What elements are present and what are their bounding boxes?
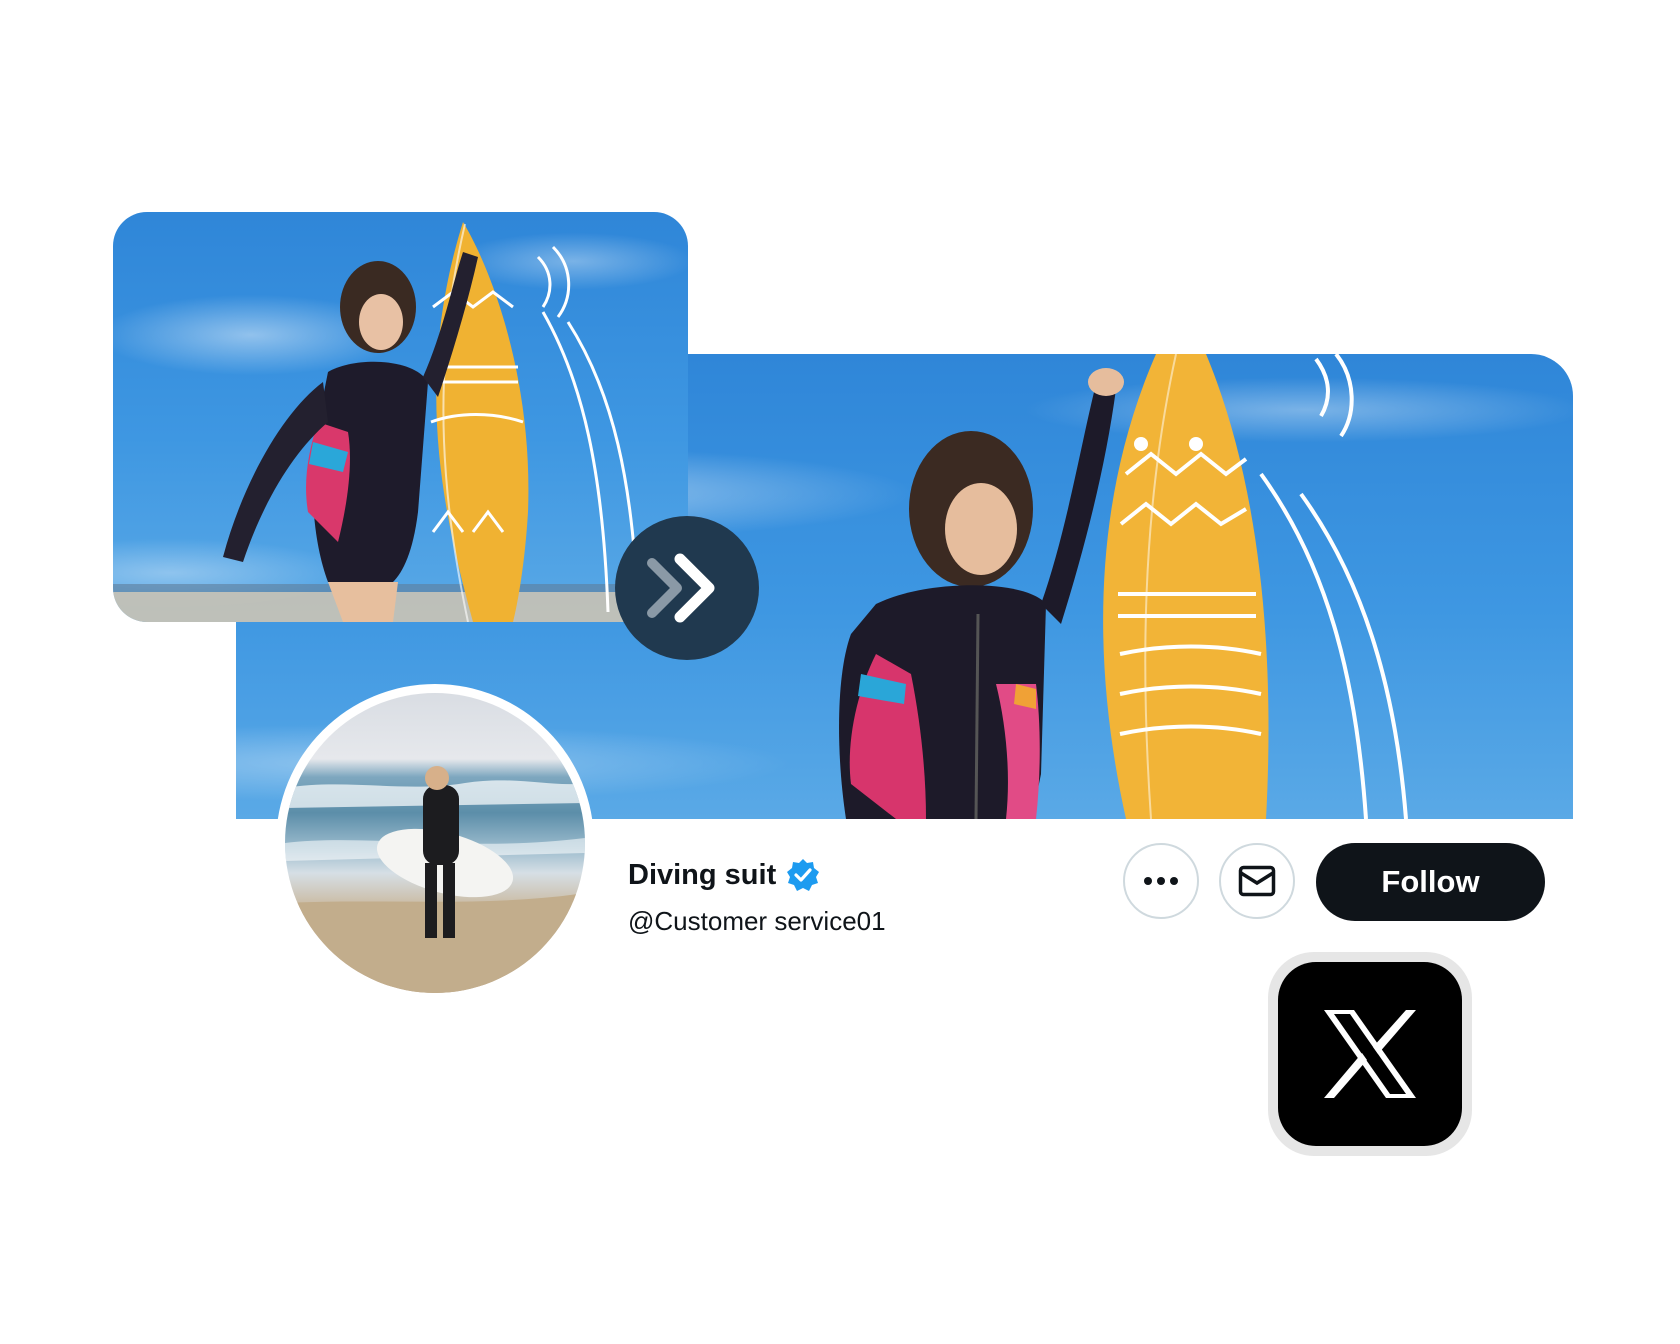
profile-handle: @Customer service01 [628,906,886,936]
original-banner-image [113,212,688,622]
verified-badge-icon [787,859,820,891]
convert-arrow-icon [615,516,759,660]
more-options-button[interactable] [1123,843,1199,919]
profile-name: Diving suit [628,858,820,892]
display-name-text: Diving suit [628,858,777,891]
more-horizontal-icon [1144,877,1178,885]
follow-button[interactable]: Follow [1316,843,1545,921]
message-button[interactable] [1219,843,1295,919]
avatar-photo [285,693,585,993]
x-logo-icon [1324,1010,1416,1098]
x-logo-tile [1268,952,1472,1156]
mail-icon [1238,865,1276,897]
x-logo-background [1278,962,1462,1146]
avatar[interactable] [276,684,594,1002]
